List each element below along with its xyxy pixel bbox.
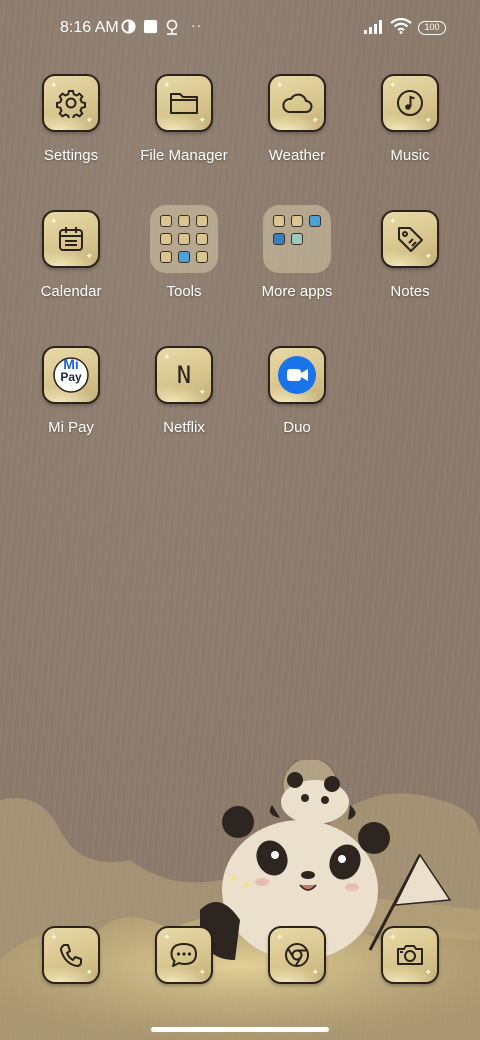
- app-label: More apps: [261, 283, 333, 300]
- panda-wallpaper-illustration: ★ ★: [0, 760, 480, 1040]
- data-saver-icon: [121, 19, 136, 39]
- signal-icon: [364, 20, 386, 39]
- gear-icon: ✦ ✦: [42, 74, 100, 132]
- netflix-icon: N ✦ ✦: [155, 346, 213, 404]
- dock-messages[interactable]: ✦ ✦: [155, 926, 213, 984]
- dock-phone[interactable]: ✦ ✦: [42, 926, 100, 984]
- more-notifications-icon: ··: [191, 17, 203, 33]
- app-calendar[interactable]: ✦ ✦ Calendar: [16, 210, 126, 300]
- folder-tools[interactable]: Tools: [129, 205, 239, 300]
- app-label: Calendar: [40, 283, 102, 300]
- folder-grid-icon: [263, 205, 331, 273]
- app-music[interactable]: ✦ ✦ Music: [355, 74, 465, 164]
- battery-indicator: 100: [418, 21, 446, 35]
- folder-more-apps[interactable]: More apps: [242, 205, 352, 300]
- app-label: File Manager: [140, 147, 228, 164]
- cloud-icon: ✦ ✦: [268, 74, 326, 132]
- status-bar: 8:16 AM ·· 100: [0, 0, 480, 56]
- app-file-manager[interactable]: ✦ ✦ File Manager: [129, 74, 239, 164]
- music-note-icon: ✦ ✦: [381, 74, 439, 132]
- notification-square-icon: [143, 19, 158, 39]
- location-icon: [165, 19, 179, 40]
- app-label: Weather: [268, 147, 326, 164]
- app-duo[interactable]: Duo: [242, 346, 352, 436]
- status-time: 8:16 AM: [60, 19, 119, 36]
- app-mi-pay[interactable]: Mi Pay Mi Pay: [16, 346, 126, 436]
- folder-grid-icon: [150, 205, 218, 273]
- chat-bubble-icon: ✦ ✦: [155, 926, 213, 984]
- video-camera-icon: [268, 346, 326, 404]
- app-label: Netflix: [163, 419, 205, 436]
- app-settings[interactable]: ✦ ✦ Settings: [16, 74, 126, 164]
- app-netflix[interactable]: N ✦ ✦ Netflix: [129, 346, 239, 436]
- folder-icon: ✦ ✦: [155, 74, 213, 132]
- app-label: Settings: [43, 147, 99, 164]
- wifi-icon: [390, 17, 412, 39]
- battery-level: 100: [424, 22, 440, 32]
- svg-text:★: ★: [242, 880, 251, 891]
- app-label: Mi Pay: [48, 419, 94, 436]
- chrome-icon: ✦ ✦: [268, 926, 326, 984]
- mi-pay-icon: Mi Pay: [42, 346, 100, 404]
- app-label: Music: [390, 147, 430, 164]
- app-label: Duo: [283, 419, 311, 436]
- calendar-icon: ✦ ✦: [42, 210, 100, 268]
- camera-icon: ✦ ✦: [381, 926, 439, 984]
- app-label: Notes: [390, 283, 430, 300]
- app-weather[interactable]: ✦ ✦ Weather: [242, 74, 352, 164]
- app-notes[interactable]: ✦ ✦ Notes: [355, 210, 465, 300]
- phone-icon: ✦ ✦: [42, 926, 100, 984]
- svg-text:★: ★: [228, 871, 239, 885]
- dock-chrome[interactable]: ✦ ✦: [268, 926, 326, 984]
- home-gesture-bar[interactable]: [151, 1027, 329, 1032]
- netflix-glyph: N: [176, 361, 192, 389]
- mi-pay-badge-bottom: Pay: [60, 370, 82, 384]
- app-label: Tools: [166, 283, 202, 300]
- tag-icon: ✦ ✦: [381, 210, 439, 268]
- dock-camera[interactable]: ✦ ✦: [381, 926, 439, 984]
